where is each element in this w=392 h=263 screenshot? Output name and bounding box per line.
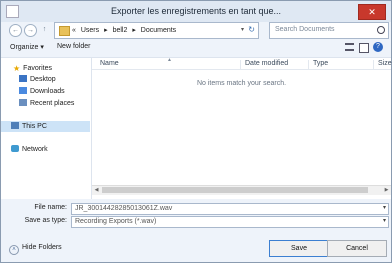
sidebar-item-label: Downloads — [30, 88, 65, 95]
new-folder-button[interactable]: New folder — [57, 43, 90, 50]
sidebar-item-label: Desktop — [30, 76, 56, 83]
search-icon — [377, 26, 385, 34]
column-header-size[interactable]: Size — [373, 60, 392, 69]
breadcrumb: « Users ▸ bell2 ▸ Documents — [72, 26, 179, 34]
sidebar-item-label: Recent places — [30, 100, 75, 107]
chevron-down-icon[interactable]: ▾ — [383, 204, 386, 211]
organize-button[interactable]: Organize ▾ — [10, 43, 44, 51]
window-title: Exporter les enregistrements en tant que… — [110, 6, 282, 16]
back-button[interactable]: ← — [9, 24, 22, 37]
file-name-value: JR_30014428285013061Z.wav — [75, 205, 173, 212]
hide-folders-label: Hide Folders — [22, 244, 62, 251]
view-options-icon[interactable] — [345, 43, 354, 51]
scroll-right-icon[interactable]: ▶ — [382, 186, 391, 195]
help-icon[interactable]: ? — [373, 42, 383, 52]
breadcrumb-separator[interactable]: ▸ — [132, 27, 136, 34]
sidebar-item-label: Favorites — [23, 65, 52, 72]
desktop-icon — [19, 75, 27, 82]
sidebar-item-downloads[interactable]: Downloads — [19, 87, 65, 95]
computer-icon — [11, 122, 19, 129]
horizontal-scrollbar[interactable]: ◀ ▶ — [92, 185, 391, 195]
up-button[interactable]: ↑ — [39, 24, 50, 35]
breadcrumb-bell2[interactable]: bell2 — [113, 27, 128, 34]
network-icon — [11, 145, 19, 152]
file-name-label: File name: — [34, 204, 67, 211]
save-as-type-value: Recording Exports (*.wav) — [75, 218, 157, 225]
breadcrumb-overflow[interactable]: « — [72, 27, 76, 34]
search-placeholder: Search Documents — [275, 26, 335, 33]
address-dropdown-icon[interactable]: ▾ — [241, 26, 244, 33]
sidebar-item-this-pc[interactable]: This PC — [1, 121, 90, 132]
forward-button[interactable]: → — [24, 24, 37, 37]
sort-ascending-icon: ▲ — [167, 57, 172, 63]
title-bar: Exporter les enregistrements en tant que… — [1, 1, 391, 22]
address-bar[interactable]: « Users ▸ bell2 ▸ Documents ▾ ↻ — [54, 22, 259, 39]
column-header-date-modified[interactable]: Date modified — [240, 60, 288, 69]
address-row: ← → ↑ « Users ▸ bell2 ▸ Documents ▾ ↻ Se… — [1, 22, 391, 39]
scroll-left-icon[interactable]: ◀ — [92, 186, 101, 195]
preview-pane-icon[interactable] — [359, 43, 369, 53]
sidebar-item-desktop[interactable]: Desktop — [19, 75, 56, 83]
star-icon: ★ — [13, 64, 21, 73]
recent-places-icon — [19, 99, 27, 106]
close-button[interactable]: ✕ — [358, 4, 386, 20]
empty-message: No items match your search. — [196, 80, 287, 87]
hide-folders-button[interactable]: ˄ Hide Folders — [9, 244, 62, 255]
search-input[interactable]: Search Documents — [269, 22, 389, 39]
command-bar: Organize ▾ New folder ? — [1, 40, 391, 56]
save-dialog-window: Exporter les enregistrements en tant que… — [0, 0, 392, 263]
downloads-icon — [19, 87, 27, 94]
breadcrumb-documents[interactable]: Documents — [141, 27, 176, 34]
sidebar-item-label: Network — [22, 146, 48, 153]
column-header-type[interactable]: Type — [308, 60, 328, 69]
sidebar-item-label: This PC — [22, 123, 47, 130]
chevron-down-icon[interactable]: ▾ — [383, 217, 386, 224]
refresh-icon[interactable]: ↻ — [248, 25, 255, 34]
save-as-type-label: Save as type: — [24, 217, 67, 224]
cancel-button[interactable]: Cancel — [327, 240, 387, 257]
save-as-type-select[interactable]: Recording Exports (*.wav) ▾ — [71, 216, 389, 228]
breadcrumb-separator[interactable]: ▸ — [104, 27, 108, 34]
column-headers: ▲ Name Date modified Type Size — [92, 57, 392, 70]
sidebar-item-network[interactable]: Network — [11, 145, 48, 153]
scrollbar-thumb[interactable] — [102, 187, 368, 193]
navigation-pane: ★ Favorites Desktop Downloads Recent plac… — [1, 57, 92, 199]
sidebar-item-favorites[interactable]: ★ Favorites — [13, 64, 52, 73]
breadcrumb-users[interactable]: Users — [81, 27, 99, 34]
file-list: ▲ Name Date modified Type Size No items … — [92, 57, 392, 199]
file-name-field[interactable]: JR_30014428285013061Z.wav ▾ — [71, 203, 389, 215]
folder-icon — [59, 26, 70, 36]
sidebar-item-recent-places[interactable]: Recent places — [19, 99, 74, 107]
save-button[interactable]: Save — [269, 240, 329, 257]
column-header-name[interactable]: Name — [96, 60, 119, 69]
chevron-up-icon: ˄ — [9, 245, 19, 255]
